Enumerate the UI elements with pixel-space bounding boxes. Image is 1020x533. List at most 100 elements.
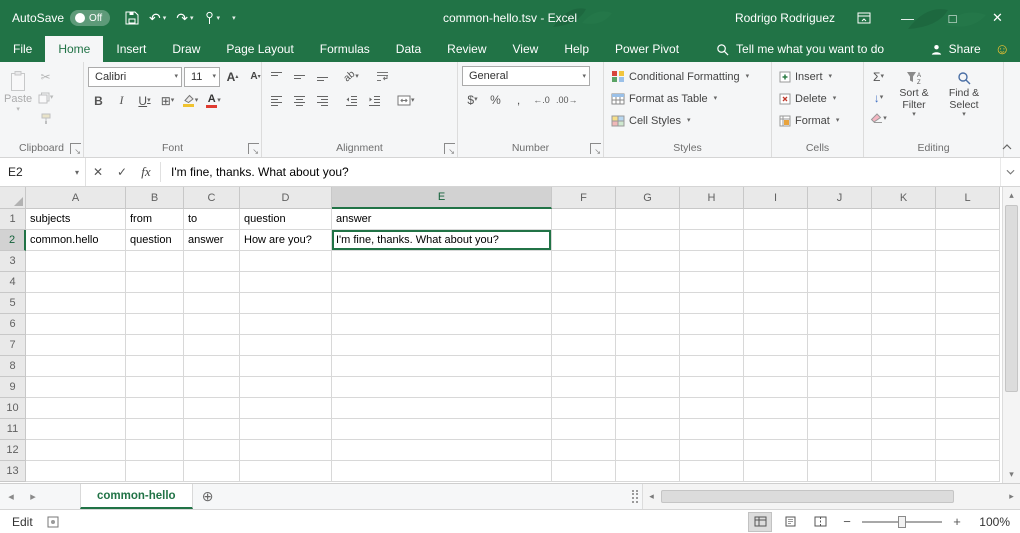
touch-mode-dropdown-icon[interactable]: ▾: [217, 14, 221, 22]
number-dialog-launcher[interactable]: ↘: [590, 143, 601, 154]
minimize-button[interactable]: —: [885, 0, 930, 36]
font-dialog-launcher[interactable]: ↘: [248, 143, 259, 154]
cell-D9[interactable]: [240, 377, 332, 398]
cell-G6[interactable]: [616, 314, 680, 335]
row-header-9[interactable]: 9: [0, 377, 26, 398]
cell-J2[interactable]: [808, 230, 872, 251]
cell-G8[interactable]: [616, 356, 680, 377]
cell-I13[interactable]: [744, 461, 808, 482]
cell-K11[interactable]: [872, 419, 936, 440]
collapse-ribbon-button[interactable]: [999, 140, 1015, 154]
normal-view-button[interactable]: [748, 512, 772, 532]
increase-indent-button[interactable]: [364, 90, 385, 111]
cell-K8[interactable]: [872, 356, 936, 377]
row-header-8[interactable]: 8: [0, 356, 26, 377]
cell-G2[interactable]: [616, 230, 680, 251]
tab-home[interactable]: Home: [45, 36, 103, 62]
increase-font-size-button[interactable]: A▴: [222, 66, 243, 87]
row-header-1[interactable]: 1: [0, 209, 26, 230]
cell-E3[interactable]: [332, 251, 552, 272]
cell-C9[interactable]: [184, 377, 240, 398]
autosum-button[interactable]: Σ▾: [868, 66, 889, 87]
cell-D6[interactable]: [240, 314, 332, 335]
horizontal-scroll-thumb[interactable]: [661, 490, 954, 503]
cell-E1[interactable]: answer: [332, 209, 552, 230]
copy-dropdown-icon[interactable]: ▾: [50, 94, 54, 101]
cell-E10[interactable]: [332, 398, 552, 419]
page-break-preview-button[interactable]: [808, 512, 832, 532]
cell-G13[interactable]: [616, 461, 680, 482]
autosave-toggle[interactable]: Off: [70, 10, 110, 26]
cell-E11[interactable]: [332, 419, 552, 440]
vertical-scroll-thumb[interactable]: [1005, 205, 1018, 392]
cell-C6[interactable]: [184, 314, 240, 335]
cell-C3[interactable]: [184, 251, 240, 272]
cell-G5[interactable]: [616, 293, 680, 314]
zoom-in-button[interactable]: +: [948, 514, 966, 529]
cell-D7[interactable]: [240, 335, 332, 356]
cell-I9[interactable]: [744, 377, 808, 398]
middle-align-button[interactable]: [289, 66, 310, 87]
fill-color-dropdown-icon[interactable]: ▾: [195, 97, 199, 104]
cell-J6[interactable]: [808, 314, 872, 335]
cell-G10[interactable]: [616, 398, 680, 419]
cell-A9[interactable]: [26, 377, 126, 398]
cell-H5[interactable]: [680, 293, 744, 314]
comma-style-button[interactable]: ,: [508, 89, 529, 110]
insert-cells-dropdown-icon[interactable]: ▾: [829, 73, 833, 80]
next-sheet-button[interactable]: ▸: [22, 484, 44, 509]
cell-L11[interactable]: [936, 419, 1000, 440]
formula-input[interactable]: I'm fine, thanks. What about you?: [163, 158, 1000, 186]
cell-F2[interactable]: [552, 230, 616, 251]
zoom-slider-thumb[interactable]: [898, 516, 906, 528]
merge-center-dropdown-icon[interactable]: ▾: [411, 97, 415, 104]
close-button[interactable]: ✕: [975, 0, 1020, 36]
scrollbar-splitter-handle[interactable]: [632, 490, 638, 503]
cell-A12[interactable]: [26, 440, 126, 461]
touch-mouse-mode-button[interactable]: ▾: [199, 5, 226, 31]
cell-I11[interactable]: [744, 419, 808, 440]
cell-G12[interactable]: [616, 440, 680, 461]
cell-A5[interactable]: [26, 293, 126, 314]
cell-A2[interactable]: common.hello: [26, 230, 126, 251]
cell-J11[interactable]: [808, 419, 872, 440]
alignment-dialog-launcher[interactable]: ↘: [444, 143, 455, 154]
vertical-scroll-track[interactable]: [1003, 204, 1020, 466]
cell-K1[interactable]: [872, 209, 936, 230]
column-header-H[interactable]: H: [680, 187, 744, 209]
cell-K4[interactable]: [872, 272, 936, 293]
cell-B9[interactable]: [126, 377, 184, 398]
tab-file[interactable]: File: [0, 36, 45, 62]
column-header-J[interactable]: J: [808, 187, 872, 209]
increase-decimal-button[interactable]: ←.0: [531, 89, 552, 110]
cell-L6[interactable]: [936, 314, 1000, 335]
page-layout-view-button[interactable]: [778, 512, 802, 532]
tab-review[interactable]: Review: [434, 36, 499, 62]
borders-dropdown-icon[interactable]: ▾: [171, 97, 175, 104]
orientation-button[interactable]: ab▾: [341, 66, 362, 87]
maximize-button[interactable]: □: [930, 0, 975, 36]
column-header-D[interactable]: D: [240, 187, 332, 209]
insert-cells-button[interactable]: Insert ▾: [776, 66, 835, 87]
decrease-decimal-button[interactable]: .00→: [554, 89, 580, 110]
scroll-up-button[interactable]: ▴: [1003, 187, 1020, 204]
cell-B10[interactable]: [126, 398, 184, 419]
font-size-dropdown-icon[interactable]: ▾: [209, 73, 219, 80]
cell-J12[interactable]: [808, 440, 872, 461]
scroll-right-button[interactable]: ▸: [1003, 488, 1020, 505]
cell-G4[interactable]: [616, 272, 680, 293]
sheet-tab-common-hello[interactable]: common-hello: [80, 484, 193, 509]
cell-L8[interactable]: [936, 356, 1000, 377]
number-format-dropdown-icon[interactable]: ▾: [579, 73, 589, 80]
zoom-out-button[interactable]: −: [838, 514, 856, 529]
cell-H2[interactable]: [680, 230, 744, 251]
autosave-control[interactable]: AutoSave Off: [0, 10, 120, 26]
cell-K6[interactable]: [872, 314, 936, 335]
merge-center-button[interactable]: ▾: [395, 90, 417, 111]
find-select-button[interactable]: Find & Select ▾: [939, 66, 989, 118]
find-select-dropdown-icon[interactable]: ▾: [962, 111, 966, 118]
cell-D3[interactable]: [240, 251, 332, 272]
font-color-dropdown-icon[interactable]: ▾: [217, 97, 221, 104]
horizontal-scrollbar[interactable]: ◂ ▸: [642, 484, 1020, 509]
delete-cells-button[interactable]: Delete ▾: [776, 88, 839, 109]
